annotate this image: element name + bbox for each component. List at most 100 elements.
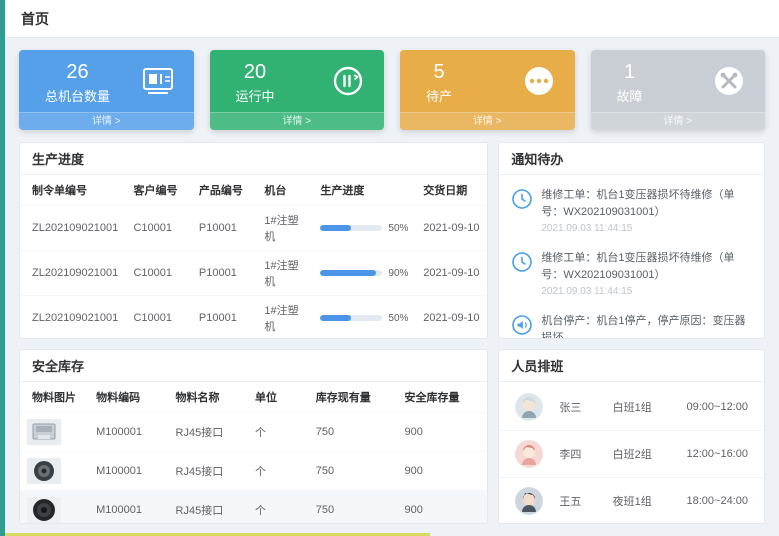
production-table: 制令单编号 客户编号 产品编号 机台 生产进度 交货日期 ZL202109021…	[20, 175, 487, 338]
avatar	[515, 393, 543, 421]
stat-label: 故障	[617, 86, 643, 105]
stat-card-running[interactable]: 20 运行中 详情 >	[210, 50, 385, 130]
panel-title: 通知待办	[499, 143, 764, 175]
delivery-date: 2021-09-10	[417, 251, 487, 296]
material-name: RJ45接口	[170, 490, 249, 523]
safety-stock: 900	[399, 490, 488, 523]
progress-label: 50%	[388, 223, 408, 234]
order-no: ZL202109021001	[20, 251, 127, 296]
unit: 个	[249, 490, 310, 523]
inventory-table: 物料图片 物料编码 物料名称 单位 库存现有量 安全库存量	[20, 382, 487, 523]
product-no: P10001	[193, 251, 258, 296]
stat-value: 26	[66, 60, 88, 84]
shift-time: 12:00~16:00	[687, 448, 748, 460]
panel-notifications: 通知待办 维修工单：机台1变压器损坏待维修（单号：WX202109031001）…	[498, 142, 765, 339]
col-delivery-date: 交货日期	[417, 175, 487, 206]
stat-text: 1 故障	[617, 60, 643, 105]
schedule-row: 王五 夜班1组 18:00~24:00	[499, 478, 764, 523]
table-row: ZL202109021001 C10001 P10001 1#注塑机 90% 2…	[20, 251, 487, 296]
machine: 1#注塑机	[258, 251, 314, 296]
clock-icon	[511, 188, 533, 210]
notification-time: 2021.09.03 11:44:15	[541, 286, 752, 297]
customer-no: C10001	[127, 206, 192, 251]
panel-title: 人员排班	[499, 350, 764, 382]
stat-card-total-machines[interactable]: 26 总机台数量 详情 >	[19, 50, 194, 130]
notification-body: 维修工单：机台1变压器损坏待维修（单号：WX202109031001） 2021…	[541, 187, 752, 234]
shift-label: 白班2组	[613, 446, 687, 462]
panels-grid: 生产进度 制令单编号 客户编号 产品编号 机台 生产进度 交货日期	[19, 142, 765, 524]
stat-label: 待产	[426, 86, 452, 105]
material-name: RJ45接口	[170, 412, 249, 451]
col-material-code: 物料编码	[90, 382, 169, 413]
material-name: RJ45接口	[170, 451, 249, 490]
progress-cell: 50%	[314, 206, 417, 251]
detail-link[interactable]: 详情 >	[19, 112, 194, 130]
employee-name: 李四	[559, 446, 612, 462]
panel-production-progress: 生产进度 制令单编号 客户编号 产品编号 机台 生产进度 交货日期	[19, 142, 488, 339]
safety-stock: 900	[399, 451, 488, 490]
progress-cell: 90%	[314, 251, 417, 296]
stat-label: 总机台数量	[45, 86, 110, 105]
schedule-row: 张三 白班1组 09:00~12:00	[499, 384, 764, 431]
left-edge-strip	[0, 0, 5, 536]
notification-item[interactable]: 机台停产：机台1停产，停产原因：变压器损坏	[499, 305, 764, 338]
delivery-date: 2021-09-10	[417, 296, 487, 338]
notification-item[interactable]: 维修工单：机台1变压器损坏待维修（单号：WX202109031001） 2021…	[499, 179, 764, 242]
shift-time: 18:00~24:00	[687, 495, 748, 507]
table-row: ZL202109021001 C10001 P10001 1#注塑机 50% 2…	[20, 206, 487, 251]
progress-bar	[320, 225, 382, 231]
notification-time: 2021.09.03 11:44:15	[541, 223, 752, 234]
page-title: 首页	[21, 9, 49, 29]
running-icon	[330, 63, 366, 99]
col-safety-stock: 安全库存量	[399, 382, 488, 413]
panel-staff-schedule: 人员排班 张三 白班1组 09:00~	[498, 349, 765, 524]
col-unit: 单位	[249, 382, 310, 413]
stat-card-fault[interactable]: 1 故障 详情 >	[591, 50, 766, 130]
detail-link[interactable]: 详情 >	[210, 112, 385, 130]
panel-safety-inventory: 安全库存 物料图片 物料编码 物料名称 单位 库存现有量 安全库存量	[19, 349, 488, 524]
fault-tools-icon	[711, 63, 747, 99]
current-stock: 750	[310, 412, 399, 451]
schedule-list: 张三 白班1组 09:00~12:00	[499, 382, 764, 523]
stat-label: 运行中	[236, 86, 275, 105]
shift-label: 白班1组	[613, 399, 687, 415]
employee-name: 张三	[559, 399, 612, 415]
machines-icon	[140, 63, 176, 99]
rj45-connector-image	[26, 418, 62, 446]
notification-text: 维修工单：机台1变压器损坏待维修（单号：WX202109031001）	[541, 250, 752, 283]
table-header-row: 制令单编号 客户编号 产品编号 机台 生产进度 交货日期	[20, 175, 487, 206]
col-order-no: 制令单编号	[20, 175, 127, 206]
detail-link[interactable]: 详情 >	[591, 112, 766, 130]
stat-card-pending[interactable]: 5 待产 详情 >	[400, 50, 575, 130]
detail-link[interactable]: 详情 >	[400, 112, 575, 130]
stat-value: 5	[433, 60, 444, 84]
shift-time: 09:00~12:00	[687, 401, 748, 413]
dashboard-page: 首页 26 总机台数量 详情 >	[5, 0, 779, 536]
notification-list: 维修工单：机台1变压器损坏待维修（单号：WX202109031001） 2021…	[499, 175, 764, 338]
pending-icon	[521, 63, 557, 99]
table-row: M100001 RJ45接口 个 750 900	[20, 451, 487, 490]
schedule-row: 李四 白班2组 12:00~16:00	[499, 431, 764, 478]
material-code: M100001	[90, 490, 169, 523]
product-no: P10001	[193, 296, 258, 338]
notification-item[interactable]: 维修工单：机台1变压器损坏待维修（单号：WX202109031001） 2021…	[499, 242, 764, 305]
col-material-name: 物料名称	[170, 382, 249, 413]
current-stock: 750	[310, 490, 399, 523]
notification-text: 维修工单：机台1变压器损坏待维修（单号：WX202109031001）	[541, 187, 752, 220]
unit: 个	[249, 451, 310, 490]
progress-label: 90%	[388, 268, 408, 279]
progress-bar	[320, 270, 382, 276]
speaker-icon	[511, 314, 533, 336]
table-row: ZL202109021001 C10001 P10001 1#注塑机 50% 2…	[20, 296, 487, 338]
production-table-wrap: 制令单编号 客户编号 产品编号 机台 生产进度 交货日期 ZL202109021…	[20, 175, 487, 338]
delivery-date: 2021-09-10	[417, 206, 487, 251]
stat-text: 5 待产	[426, 60, 452, 105]
material-image-cell	[20, 451, 90, 490]
stat-text: 20 运行中	[236, 60, 275, 105]
employee-name: 王五	[559, 493, 612, 509]
panel-title: 安全库存	[20, 350, 487, 382]
machine: 1#注塑机	[258, 296, 314, 338]
avatar	[515, 487, 543, 515]
current-stock: 750	[310, 451, 399, 490]
stat-value: 1	[624, 60, 635, 84]
